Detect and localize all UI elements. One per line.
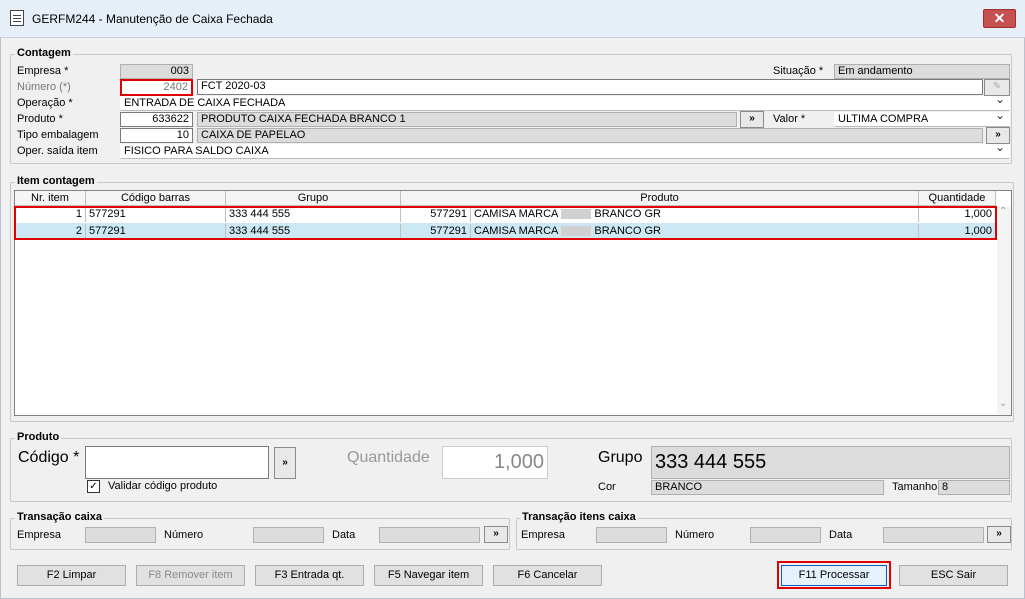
column-header-produto[interactable]: Produto xyxy=(401,191,919,206)
operacao-select[interactable]: ENTRADA DE CAIXA FECHADA xyxy=(120,96,1010,111)
scroll-down-icon[interactable]: ⌄ xyxy=(999,398,1007,409)
tc-data-field xyxy=(379,527,480,543)
valor-select[interactable]: ULTIMA COMPRA xyxy=(834,112,1010,127)
tc-open-button[interactable]: » xyxy=(484,526,508,543)
edit-pencil-icon[interactable]: ✎ xyxy=(984,79,1010,96)
situacao-label: Situação * xyxy=(773,65,824,77)
tamanho-field: 8 xyxy=(938,480,1010,495)
oper-saida-label: Oper. saída item xyxy=(17,145,98,157)
tamanho-label: Tamanho xyxy=(892,481,938,493)
cor-label: Cor xyxy=(598,481,616,493)
grid-scrollbar[interactable] xyxy=(997,207,1011,415)
empresa-label: Empresa * xyxy=(17,65,69,77)
quantidade-field[interactable]: 1,000 xyxy=(442,446,548,479)
cancelar-button[interactable]: F6 Cancelar xyxy=(493,565,602,586)
scroll-up-icon[interactable]: ⌃ xyxy=(999,206,1007,217)
operacao-label: Operação * xyxy=(17,97,73,109)
tipo-embalagem-description-field: CAIXA DE PAPELAO xyxy=(197,128,983,143)
window-title: GERFM244 - Manutenção de Caixa Fechada xyxy=(32,12,273,26)
produto-code-field[interactable]: 633622 xyxy=(120,112,193,127)
column-header-grupo[interactable]: Grupo xyxy=(226,191,401,206)
ti-numero-field xyxy=(750,527,821,543)
produto-legend: Produto xyxy=(15,431,62,443)
tipo-embalagem-label: Tipo embalagem xyxy=(17,129,99,141)
validar-checkbox[interactable]: ✓ xyxy=(87,480,100,493)
ti-data-field xyxy=(883,527,984,543)
ti-data-label: Data xyxy=(829,529,853,541)
transacao-caixa-legend: Transação caixa xyxy=(15,511,105,523)
item-contagem-legend: Item contagem xyxy=(15,175,97,187)
document-icon xyxy=(10,10,24,26)
limpar-button[interactable]: F2 Limpar xyxy=(17,565,126,586)
tc-empresa-label: Empresa xyxy=(17,529,62,541)
codigo-search-button[interactable]: » xyxy=(274,447,296,479)
produto-search-button[interactable]: » xyxy=(740,111,764,128)
tipo-embalagem-code-field[interactable]: 10 xyxy=(120,128,193,143)
numero-label: Número (*) xyxy=(17,81,71,93)
column-header-quantidade[interactable]: Quantidade xyxy=(919,191,996,206)
tc-numero-field xyxy=(253,527,324,543)
processar-button[interactable]: F11 Processar xyxy=(781,565,887,586)
rows-highlight-frame xyxy=(14,206,997,240)
ti-open-button[interactable]: » xyxy=(987,526,1011,543)
ti-empresa-field xyxy=(596,527,667,543)
transacao-itens-legend: Transação itens caixa xyxy=(520,511,638,523)
codigo-input[interactable] xyxy=(85,446,269,479)
tc-data-label: Data xyxy=(332,529,356,541)
cor-field: BRANCO xyxy=(651,480,884,495)
grupo-label: Grupo xyxy=(598,449,643,466)
produto-label: Produto * xyxy=(17,113,63,125)
produto-description-field: PRODUTO CAIXA FECHADA BRANCO 1 xyxy=(197,112,737,127)
navegar-item-button[interactable]: F5 Navegar item xyxy=(374,565,483,586)
ti-empresa-label: Empresa xyxy=(521,529,566,541)
validar-label: Validar código produto xyxy=(108,480,218,492)
contagem-legend: Contagem xyxy=(15,47,73,59)
valor-label: Valor * xyxy=(773,113,806,125)
column-header-nr[interactable]: Nr. item xyxy=(15,191,86,206)
column-header-barras[interactable]: Código barras xyxy=(86,191,226,206)
sair-button[interactable]: ESC Sair xyxy=(899,565,1008,586)
quantidade-label: Quantidade xyxy=(347,449,430,466)
remover-item-button[interactable]: F8 Remover item xyxy=(136,565,245,586)
tc-empresa-field xyxy=(85,527,156,543)
tc-numero-label: Número xyxy=(164,529,204,541)
numero-field[interactable]: 2402 xyxy=(120,79,193,96)
tipo-embalagem-search-button[interactable]: » xyxy=(986,127,1010,144)
entrada-qt-button[interactable]: F3 Entrada qt. xyxy=(255,565,364,586)
codigo-label: Código * xyxy=(18,449,80,466)
situacao-field[interactable]: Em andamento xyxy=(834,64,1010,79)
grupo-field: 333 444 555 xyxy=(651,446,1010,479)
empresa-field[interactable]: 003 xyxy=(120,64,193,79)
numero-description-field[interactable]: FCT 2020-03 xyxy=(197,79,983,95)
ti-numero-label: Número xyxy=(675,529,715,541)
close-button[interactable]: ✕ xyxy=(983,9,1016,28)
oper-saida-select[interactable]: FISICO PARA SALDO CAIXA xyxy=(120,144,1010,159)
